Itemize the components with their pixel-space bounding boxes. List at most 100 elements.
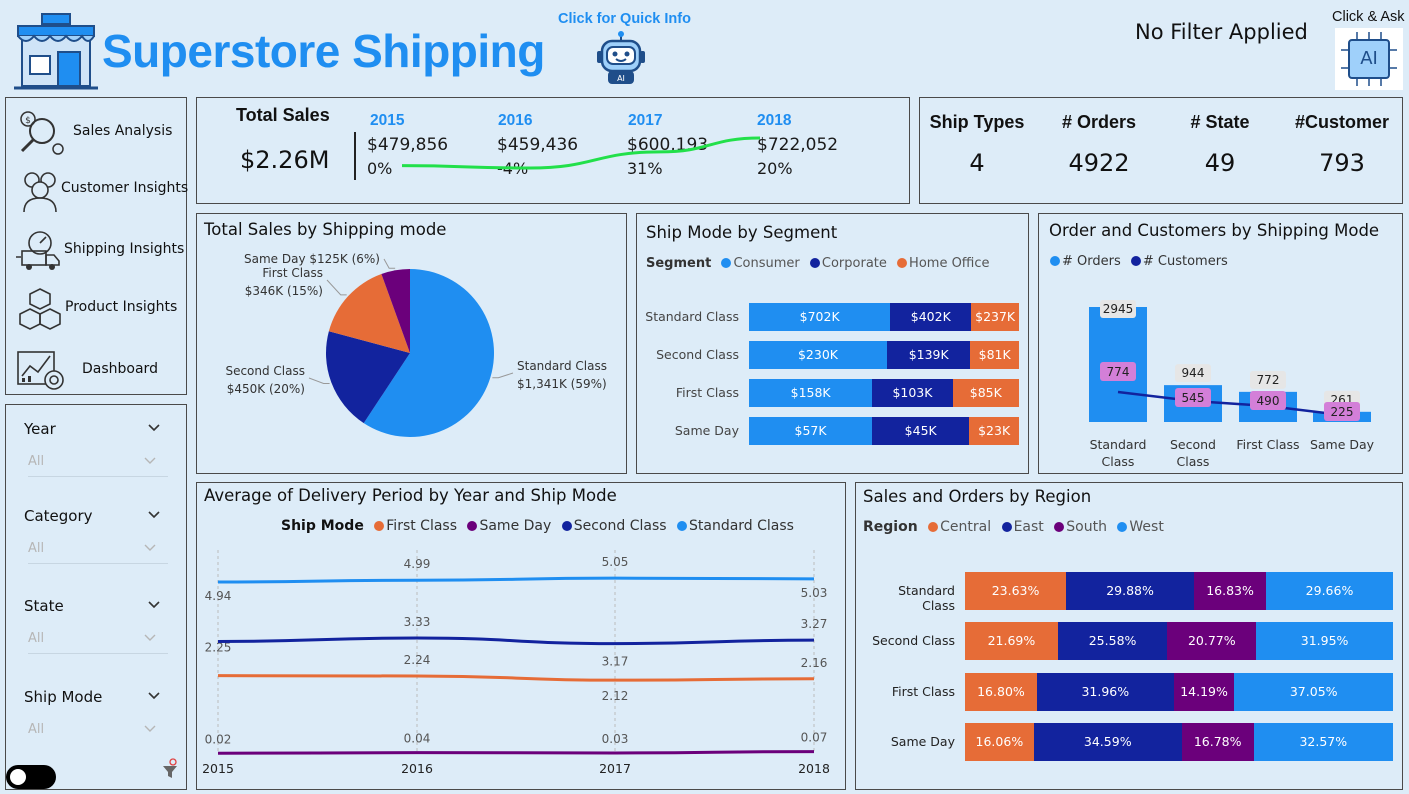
filter-clear-icon[interactable] [161, 758, 179, 780]
customers-icon [23, 172, 57, 213]
slicer-year-dropdown[interactable]: All [28, 454, 44, 469]
chevron-down-icon[interactable] [143, 454, 157, 468]
bar-segment[interactable]: $702K [749, 303, 891, 331]
chart-title: Average of Delivery Period by Year and S… [204, 486, 617, 505]
orders-data-label: 2945 [1103, 302, 1134, 316]
chevron-down-icon[interactable] [143, 631, 157, 645]
sparkline-path [401, 136, 761, 170]
series-line [217, 750, 815, 755]
slicer-state-dropdown[interactable]: All [28, 631, 44, 646]
bar-segment[interactable]: 23.63% [965, 572, 1067, 610]
data-label: 5.03 [801, 586, 828, 600]
legend-item[interactable]: Central [940, 519, 991, 535]
pie-leader-line [492, 372, 514, 379]
x-tick-label: 2017 [599, 761, 631, 776]
nav-sales-analysis[interactable]: $ Sales Analysis [12, 103, 182, 159]
legend-item[interactable]: # Orders [1062, 254, 1121, 269]
category-label: Class [1102, 454, 1135, 469]
bar-segment[interactable]: 21.69% [965, 622, 1058, 660]
data-label: 3.33 [404, 615, 431, 629]
quick-info-link[interactable]: Click for Quick Info [558, 11, 691, 27]
legend-item[interactable]: Consumer [733, 256, 799, 271]
kpi-year: 2015 [370, 112, 405, 129]
legend-item[interactable]: Second Class [574, 518, 667, 534]
bar-segment[interactable]: 29.88% [1066, 572, 1194, 610]
pie-label: Same Day $125K (6%) [244, 252, 380, 266]
ai-chip-label: AI [1360, 48, 1378, 69]
legend-title: Ship Mode [281, 518, 364, 534]
bar-segment[interactable]: 31.96% [1036, 673, 1174, 711]
ai-chip-button[interactable]: AI [1335, 28, 1403, 90]
legend-dot [928, 522, 939, 532]
data-label: 3.27 [801, 617, 828, 631]
bar-segment[interactable]: 20.77% [1167, 622, 1257, 660]
legend-item[interactable]: West [1129, 519, 1163, 535]
legend-item[interactable]: South [1066, 519, 1107, 535]
legend-item[interactable]: Corporate [822, 256, 887, 271]
stat-state-label: # State [1190, 112, 1250, 132]
robot-icon[interactable]: AI [596, 31, 646, 85]
bar-segment[interactable]: 29.66% [1266, 572, 1393, 610]
legend-item[interactable]: Home Office [909, 256, 989, 271]
legend-item[interactable]: Same Day [479, 518, 551, 534]
nav-product-insights[interactable]: Product Insights [12, 279, 182, 335]
category-label: Same Day [1310, 437, 1375, 452]
pie-chart: Standard Class $1,341K (59%) Second Class $… [225, 252, 607, 437]
chevron-down-icon[interactable] [143, 722, 157, 736]
legend-item[interactable]: # Customers [1143, 254, 1228, 269]
bar-segment[interactable]: 34.59% [1033, 723, 1182, 761]
chevron-down-icon[interactable] [147, 508, 161, 522]
data-label: 2.12 [602, 689, 629, 703]
pie-value-label: $450K (20%) [227, 382, 305, 396]
theme-toggle[interactable] [6, 765, 56, 789]
bar-segment[interactable]: 14.19% [1173, 673, 1235, 711]
bar-segment[interactable]: $85K [952, 379, 1019, 407]
bar-segment[interactable]: $237K [971, 303, 1019, 331]
bar-segment[interactable]: 32.57% [1253, 723, 1393, 761]
nav-dashboard[interactable]: Dashboard [12, 340, 182, 396]
nav-label: Shipping Insights [64, 241, 185, 257]
bar-segment[interactable]: 16.80% [965, 673, 1037, 711]
bar-segment[interactable]: $23K [969, 417, 1019, 445]
legend-item[interactable]: East [1014, 519, 1044, 535]
slicer-category-dropdown[interactable]: All [28, 541, 44, 556]
bar-segment[interactable]: 16.83% [1194, 572, 1267, 610]
bar-segment[interactable]: $139K [887, 341, 971, 369]
pie-value-label: $1,341K (59%) [517, 377, 607, 391]
data-label: 0.04 [404, 732, 431, 746]
bar-segment[interactable]: 25.58% [1057, 622, 1168, 660]
legend-item[interactable]: Standard Class [689, 518, 794, 534]
boxes-icon [19, 288, 61, 330]
chevron-down-icon[interactable] [147, 421, 161, 435]
chevron-down-icon[interactable] [143, 541, 157, 555]
nav-shipping-insights[interactable]: Shipping Insights [12, 221, 185, 277]
nav-customer-insights[interactable]: Customer Insights [12, 160, 188, 216]
bar-segment[interactable]: 37.05% [1234, 673, 1393, 711]
magnifier-dollar-icon: $ [20, 111, 64, 155]
category-label: Same Day [890, 734, 955, 749]
legend-dot [561, 521, 572, 531]
bar-segment[interactable]: 16.06% [965, 723, 1034, 761]
data-label: 2.16 [801, 656, 828, 670]
legend-dot [809, 258, 820, 268]
legend-dot [677, 521, 687, 531]
svg-text:AI: AI [617, 74, 625, 83]
bar-segment[interactable]: $103K [872, 379, 953, 407]
category-label: Standard [1090, 437, 1147, 452]
data-label: 4.99 [404, 557, 431, 571]
bar-segment[interactable]: $230K [749, 341, 887, 369]
bar-segment[interactable]: 16.78% [1181, 723, 1254, 761]
chevron-down-icon[interactable] [147, 598, 161, 612]
chart-title: Order and Customers by Shipping Mode [1049, 221, 1380, 240]
chevron-down-icon[interactable] [147, 689, 161, 703]
nav-label: Product Insights [65, 299, 178, 315]
legend-item[interactable]: First Class [386, 518, 457, 534]
toggle-knob [10, 769, 26, 785]
bar-segment[interactable]: $45K [872, 417, 970, 445]
bar-segment[interactable]: $81K [970, 341, 1019, 369]
bar-segment[interactable]: 31.95% [1256, 622, 1393, 660]
slicer-shipmode-dropdown[interactable]: All [28, 722, 44, 737]
bar-segment[interactable]: $158K [749, 379, 873, 407]
bar-segment[interactable]: $57K [749, 417, 873, 445]
bar-segment[interactable]: $402K [890, 303, 972, 331]
